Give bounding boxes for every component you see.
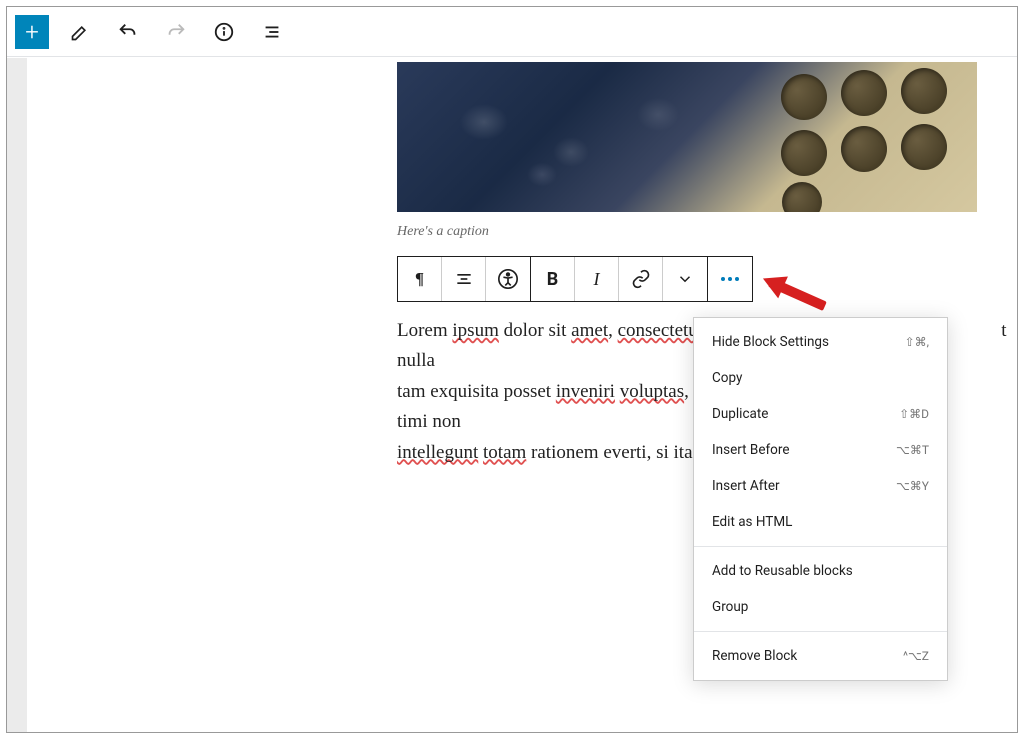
more-icon (721, 277, 739, 281)
info-icon (213, 21, 235, 43)
undo-icon (117, 21, 139, 43)
editor-frame: + He (6, 6, 1018, 733)
block-type-button[interactable]: ¶ (398, 257, 442, 301)
add-block-button[interactable]: + (15, 15, 49, 49)
link-icon (631, 269, 651, 289)
bold-icon: B (547, 269, 559, 290)
paragraph-icon: ¶ (410, 269, 430, 289)
redo-button[interactable] (159, 15, 193, 49)
undo-button[interactable] (111, 15, 145, 49)
image-caption[interactable]: Here's a caption (397, 224, 1017, 240)
accessibility-icon (497, 268, 519, 290)
outline-button[interactable] (255, 15, 289, 49)
block-options-dropdown: Hide Block Settings⇧⌘, Copy Duplicate⇧⌘D… (693, 317, 948, 681)
info-button[interactable] (207, 15, 241, 49)
menu-remove-block[interactable]: Remove Block^⌥Z (694, 638, 947, 674)
edit-mode-button[interactable] (63, 15, 97, 49)
menu-hide-block-settings[interactable]: Hide Block Settings⇧⌘, (694, 324, 947, 360)
italic-button[interactable]: I (575, 257, 619, 301)
image-block[interactable] (397, 62, 977, 212)
pencil-icon (70, 22, 90, 42)
menu-group[interactable]: Group (694, 589, 947, 625)
bold-button[interactable]: B (531, 257, 575, 301)
menu-edit-as-html[interactable]: Edit as HTML (694, 504, 947, 540)
block-toolbar: ¶ B I (397, 256, 753, 302)
svg-text:¶: ¶ (415, 269, 424, 288)
menu-separator (694, 546, 947, 547)
align-icon (454, 269, 474, 289)
editor-topbar: + (7, 7, 1017, 57)
link-button[interactable] (619, 257, 663, 301)
redo-icon (165, 21, 187, 43)
accessibility-button[interactable] (486, 257, 530, 301)
align-button[interactable] (442, 257, 486, 301)
more-formatting-button[interactable] (663, 257, 707, 301)
menu-duplicate[interactable]: Duplicate⇧⌘D (694, 396, 947, 432)
italic-icon: I (594, 269, 600, 290)
menu-insert-after[interactable]: Insert After⌥⌘Y (694, 468, 947, 504)
menu-add-reusable[interactable]: Add to Reusable blocks (694, 553, 947, 589)
menu-insert-before[interactable]: Insert Before⌥⌘T (694, 432, 947, 468)
more-options-button[interactable] (708, 257, 752, 301)
menu-copy[interactable]: Copy (694, 360, 947, 396)
outline-icon (261, 21, 283, 43)
sidebar-sliver (7, 58, 27, 732)
chevron-down-icon (676, 270, 694, 288)
menu-separator (694, 631, 947, 632)
image-holes (757, 62, 977, 212)
